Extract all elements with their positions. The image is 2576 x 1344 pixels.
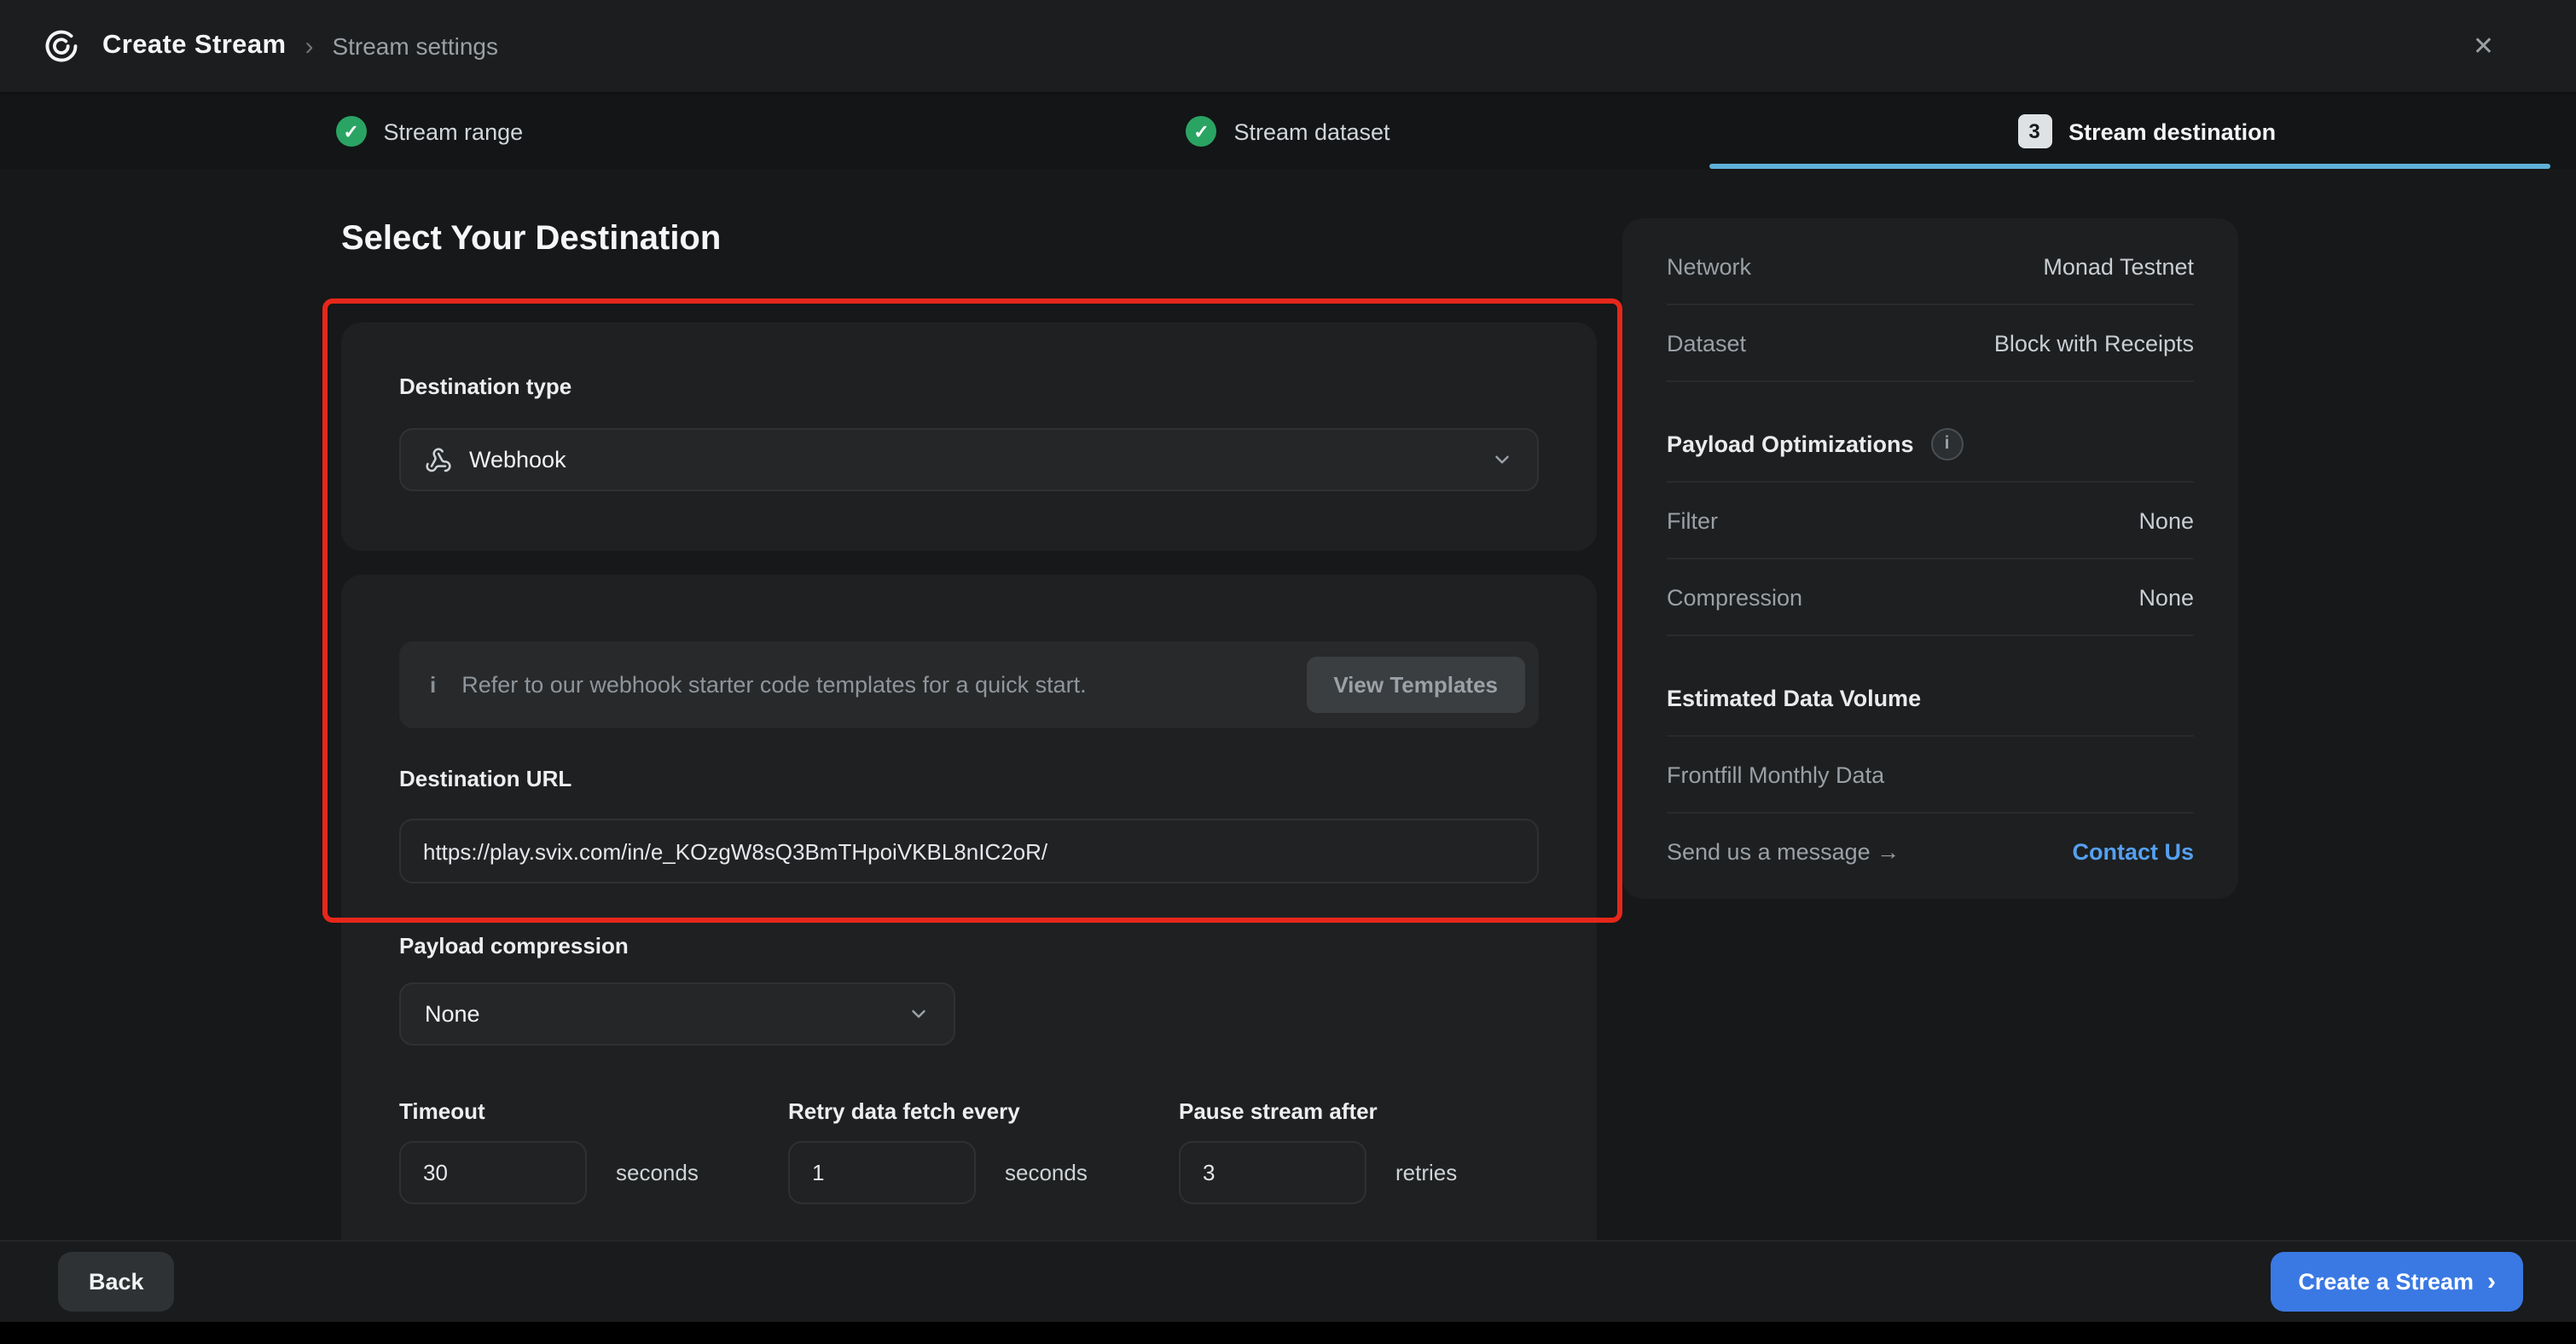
step-stream-dataset[interactable]: ✓ Stream dataset [859,94,1718,169]
step-bar: ✓ Stream range ✓ Stream dataset 3 Stream… [0,94,2576,171]
summary-row-contact: Send us a message → Contact Us [1667,814,2194,889]
destination-type-label: Destination type [399,374,571,399]
footer: Back Create a Stream › [0,1240,2576,1322]
chevron-right-icon: › [2487,1269,2496,1295]
compression-label: Compression [1667,584,1802,610]
info-banner: i Refer to our webhook starter code temp… [399,641,1539,728]
info-icon[interactable]: i [1931,427,1964,460]
summary-row-dataset: Dataset Block with Receipts [1667,305,2194,382]
back-button[interactable]: Back [58,1252,175,1312]
summary-row-network: Network Monad Testnet [1667,229,2194,305]
app-logo-icon [41,26,82,67]
frontfill-label: Frontfill Monthly Data [1667,762,1884,787]
payload-optimizations-title: Payload Optimizations i [1667,406,2194,483]
chevron-down-icon [1491,449,1513,471]
timeout-unit: seconds [616,1160,699,1185]
retry-label: Retry data fetch every [788,1098,1088,1124]
estimated-data-volume-text: Estimated Data Volume [1667,685,1921,710]
network-value: Monad Testnet [2043,253,2194,279]
step-label: Stream range [384,119,524,144]
pause-label: Pause stream after [1179,1098,1457,1124]
timeout-field: Timeout seconds [399,1098,699,1204]
payload-optimizations-text: Payload Optimizations [1667,431,1914,456]
timeout-input[interactable] [399,1141,587,1204]
contact-us-link[interactable]: Contact Us [2072,838,2194,864]
payload-compression-value: None [425,1001,480,1027]
filter-label: Filter [1667,507,1718,533]
pause-unit: retries [1395,1160,1457,1185]
retry-input[interactable] [788,1141,976,1204]
filter-value: None [2138,507,2194,533]
bottom-strip [0,1322,2576,1344]
check-icon: ✓ [1186,116,1216,147]
info-icon: i [430,672,436,698]
close-icon[interactable]: ✕ [2466,24,2501,68]
section-gap [1667,636,2194,660]
step-number-badge: 3 [2017,114,2051,148]
check-icon: ✓ [336,116,367,147]
destination-url-label: Destination URL [399,766,571,791]
header: Create Stream › Stream settings ✕ [0,0,2576,94]
payload-compression-select[interactable]: None [399,982,955,1046]
destination-config-card: i Refer to our webhook starter code temp… [341,575,1597,1240]
summary-row-compression: Compression None [1667,559,2194,636]
destination-type-select[interactable]: Webhook [399,428,1539,491]
chevron-down-icon [908,1003,930,1025]
view-templates-button[interactable]: View Templates [1306,657,1525,713]
dataset-label: Dataset [1667,330,1746,356]
compression-value: None [2138,584,2194,610]
create-stream-button[interactable]: Create a Stream › [2271,1252,2523,1312]
page-title: Create Stream [102,31,286,61]
retry-unit: seconds [1005,1160,1088,1185]
webhook-icon [425,446,452,473]
destination-type-card: Destination type Webhook [341,322,1597,551]
estimated-data-volume-title: Estimated Data Volume [1667,660,2194,737]
timeout-label: Timeout [399,1098,699,1124]
pause-field: Pause stream after retries [1179,1098,1457,1204]
pause-input[interactable] [1179,1141,1366,1204]
step-stream-range[interactable]: ✓ Stream range [0,94,859,169]
section-gap [1667,382,2194,406]
summary-row-frontfill: Frontfill Monthly Data [1667,737,2194,814]
network-label: Network [1667,253,1751,279]
info-banner-text: Refer to our webhook starter code templa… [461,672,1280,698]
step-label: Stream destination [2068,119,2276,144]
main-content: Select Your Destination Destination type… [0,169,2576,1240]
step-label: Stream dataset [1233,119,1390,144]
payload-compression-label: Payload compression [399,933,629,959]
create-stream-modal: Create Stream › Stream settings ✕ ✓ Stre… [0,0,2576,1344]
create-stream-label: Create a Stream [2298,1269,2474,1295]
retry-field: Retry data fetch every seconds [788,1098,1088,1204]
summary-row-filter: Filter None [1667,483,2194,559]
destination-type-value: Webhook [469,447,566,472]
page-heading: Select Your Destination [341,220,721,259]
breadcrumb-separator-icon: › [305,32,313,61]
step-stream-destination[interactable]: 3 Stream destination [1717,94,2576,169]
stream-summary-panel: Network Monad Testnet Dataset Block with… [1622,218,2238,899]
contact-message: Send us a message → [1667,838,1900,864]
breadcrumb: Stream settings [332,32,498,60]
dataset-value: Block with Receipts [1994,330,2194,356]
destination-url-input[interactable] [399,819,1539,883]
